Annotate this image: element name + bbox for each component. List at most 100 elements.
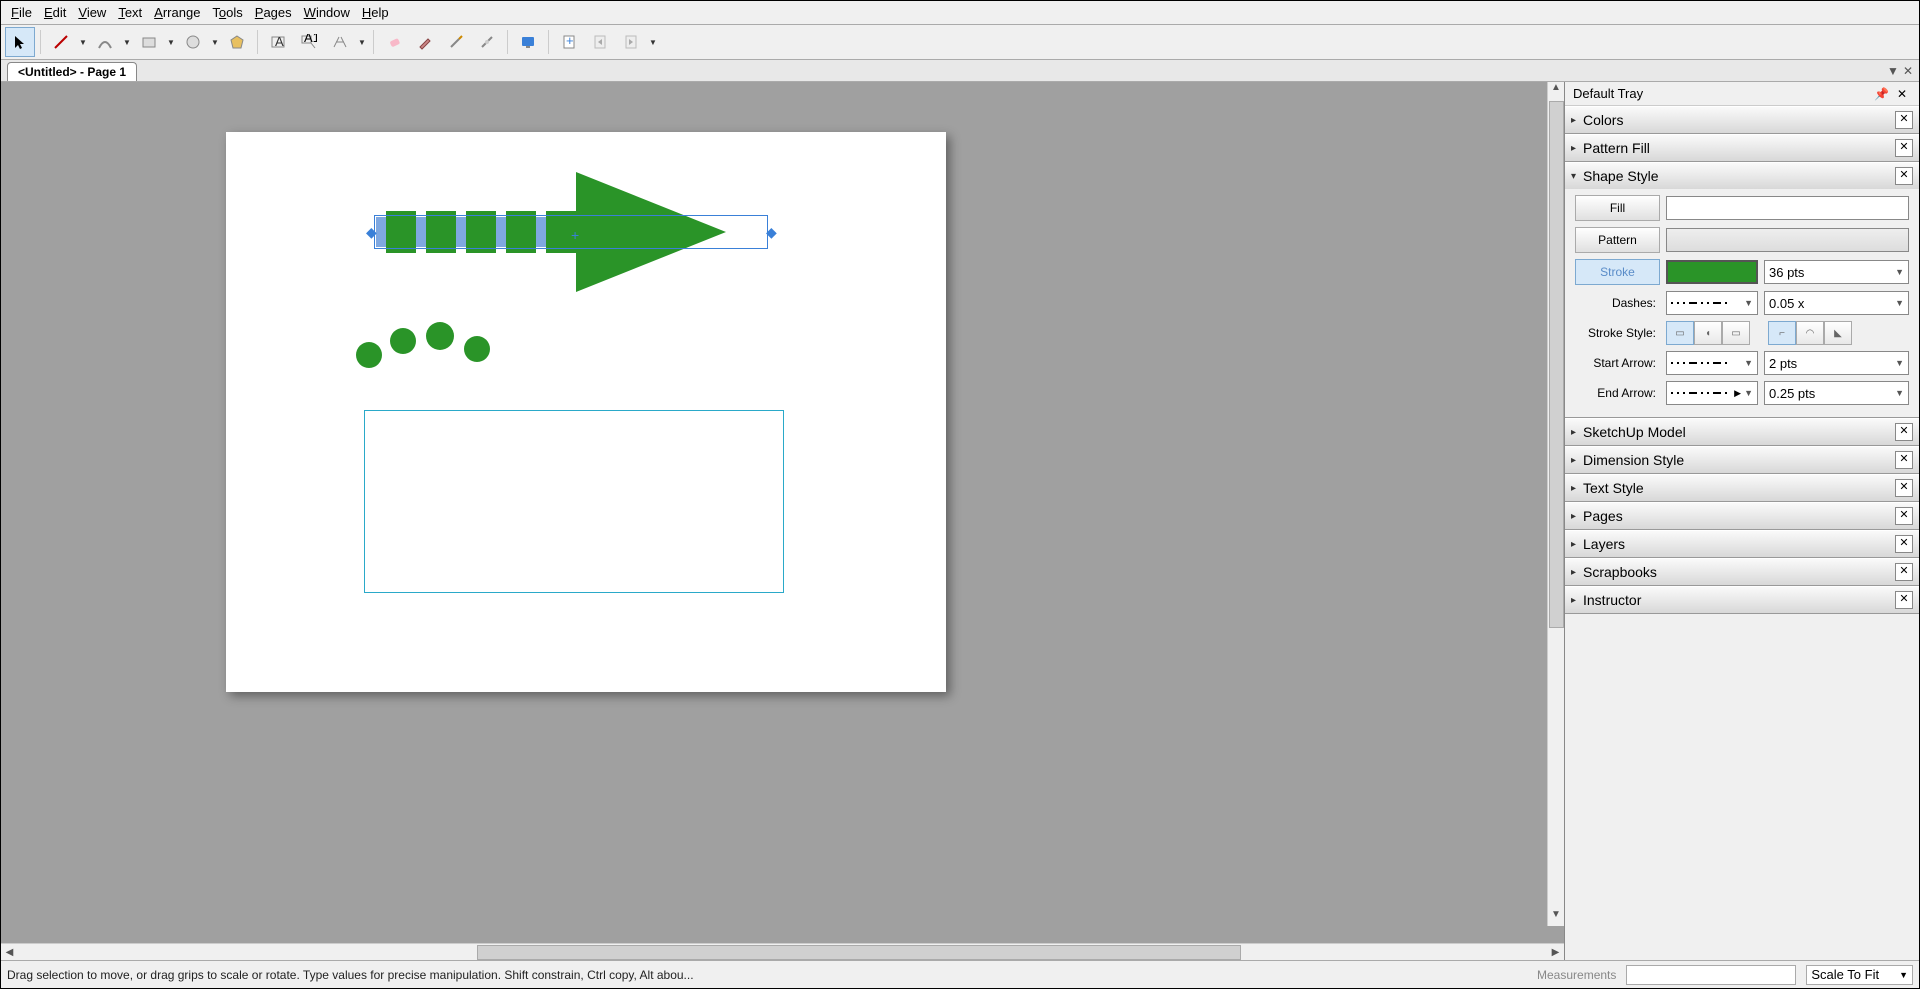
scroll-left-icon[interactable]: ◀ [1, 947, 18, 958]
select-tool[interactable] [5, 27, 35, 57]
panel-pages-header[interactable]: ▸ Pages ✕ [1565, 502, 1919, 529]
menu-window[interactable]: Window [298, 3, 356, 22]
tray-title-bar[interactable]: Default Tray 📌 ✕ [1565, 82, 1919, 106]
menu-pages[interactable]: Pages [249, 3, 298, 22]
split-tool[interactable] [441, 27, 471, 57]
cap-round-button[interactable]: ◖ [1694, 321, 1722, 345]
svg-text:A1: A1 [304, 34, 317, 45]
rectangle-shape[interactable] [364, 410, 784, 593]
panel-close-icon[interactable]: ✕ [1895, 139, 1913, 157]
panel-close-icon[interactable]: ✕ [1895, 423, 1913, 441]
rectangle-tool-dropdown[interactable]: ▼ [165, 27, 177, 57]
chevron-right-icon: ▸ [1571, 483, 1583, 494]
menu-file[interactable]: File [5, 3, 38, 22]
polygon-tool[interactable] [222, 27, 252, 57]
end-arrow-select[interactable]: ▶▼ [1666, 381, 1758, 405]
pattern-toggle-button[interactable]: Pattern [1575, 227, 1660, 253]
panel-shape-style-header[interactable]: ▾ Shape Style ✕ [1565, 162, 1919, 189]
vertical-scrollbar[interactable]: ▲ ▼ [1547, 82, 1564, 926]
style-tool[interactable] [410, 27, 440, 57]
prev-page-tool[interactable] [585, 27, 615, 57]
menu-help[interactable]: Help [356, 3, 395, 22]
horizontal-scrollbar[interactable]: ◀ ▶ [1, 943, 1564, 960]
selection-handle-left[interactable]: ◆ [366, 224, 376, 234]
panel-close-icon[interactable]: ✕ [1895, 451, 1913, 469]
line-tool[interactable] [46, 27, 76, 57]
start-arrow-select[interactable]: ▼ [1666, 351, 1758, 375]
stroke-color-swatch[interactable] [1666, 260, 1758, 284]
dashes-select[interactable]: ▼ [1666, 291, 1758, 315]
rectangle-tool[interactable] [134, 27, 164, 57]
join-tool[interactable] [472, 27, 502, 57]
panel-pattern-fill-header[interactable]: ▸ Pattern Fill ✕ [1565, 134, 1919, 161]
panel-layers: ▸ Layers ✕ [1565, 530, 1919, 558]
next-page-tool[interactable] [616, 27, 646, 57]
dots-group[interactable] [356, 322, 516, 372]
arc-tool-dropdown[interactable]: ▼ [121, 27, 133, 57]
dashes-scale-select[interactable]: 0.05 x▼ [1764, 291, 1909, 315]
scroll-down-icon[interactable]: ▼ [1548, 909, 1564, 926]
presentation-tool[interactable] [513, 27, 543, 57]
dimension-tool-dropdown[interactable]: ▼ [356, 27, 368, 57]
panel-close-icon[interactable]: ✕ [1895, 535, 1913, 553]
pattern-swatch[interactable] [1666, 228, 1909, 252]
eraser-tool[interactable] [379, 27, 409, 57]
menu-view[interactable]: View [72, 3, 112, 22]
menu-tools[interactable]: Tools [206, 3, 248, 22]
document-tab[interactable]: <Untitled> - Page 1 [7, 62, 137, 81]
selection-center-icon[interactable]: + [571, 227, 579, 243]
panel-scrapbooks-header[interactable]: ▸ Scrapbooks ✕ [1565, 558, 1919, 585]
measurements-input[interactable] [1626, 965, 1796, 985]
panel-sketchup-header[interactable]: ▸ SketchUp Model ✕ [1565, 418, 1919, 445]
scroll-up-icon[interactable]: ▲ [1548, 82, 1564, 99]
panel-close-icon[interactable]: ✕ [1895, 563, 1913, 581]
add-page-tool[interactable]: + [554, 27, 584, 57]
join-miter-button[interactable]: ⌐ [1768, 321, 1796, 345]
start-arrow-size-select[interactable]: 2 pts▼ [1764, 351, 1909, 375]
stroke-size-select[interactable]: 36 pts▼ [1764, 260, 1909, 284]
cap-square-button[interactable]: ▭ [1722, 321, 1750, 345]
panel-close-icon[interactable]: ✕ [1895, 591, 1913, 609]
panel-close-icon[interactable]: ✕ [1895, 111, 1913, 129]
dimension-tool[interactable] [325, 27, 355, 57]
selection-handle-right[interactable]: ◆ [766, 224, 776, 234]
end-arrow-size-select[interactable]: 0.25 pts▼ [1764, 381, 1909, 405]
canvas-page[interactable]: ◆ ◆ + [226, 132, 946, 692]
status-bar: Drag selection to move, or drag grips to… [1, 960, 1919, 988]
stroke-toggle-button[interactable]: Stroke [1575, 259, 1660, 285]
menu-text[interactable]: Text [112, 3, 148, 22]
pin-icon[interactable]: 📌 [1870, 87, 1893, 101]
cap-flat-button[interactable]: ▭ [1666, 321, 1694, 345]
canvas-viewport[interactable]: ◆ ◆ + ▲ ▼ [1, 82, 1564, 943]
tray-close-icon[interactable]: ✕ [1893, 87, 1911, 101]
svg-text:+: + [566, 34, 574, 48]
text-tool[interactable]: A [263, 27, 293, 57]
panel-dimension-header[interactable]: ▸ Dimension Style ✕ [1565, 446, 1919, 473]
scroll-right-icon[interactable]: ▶ [1547, 947, 1564, 958]
menu-edit[interactable]: Edit [38, 3, 72, 22]
dashes-label: Dashes: [1575, 296, 1660, 310]
join-bevel-button[interactable]: ◣ [1824, 321, 1852, 345]
menu-arrange[interactable]: Arrange [148, 3, 206, 22]
fill-toggle-button[interactable]: Fill [1575, 195, 1660, 221]
fill-color-swatch[interactable] [1666, 196, 1909, 220]
panel-layers-header[interactable]: ▸ Layers ✕ [1565, 530, 1919, 557]
tab-dropdown-icon[interactable]: ▼ [1887, 64, 1899, 78]
arc-tool[interactable] [90, 27, 120, 57]
toolbar-options-dropdown[interactable]: ▼ [647, 27, 659, 57]
panel-text-style-header[interactable]: ▸ Text Style ✕ [1565, 474, 1919, 501]
arrow-shape[interactable]: ◆ ◆ + [376, 217, 766, 247]
circle-tool-dropdown[interactable]: ▼ [209, 27, 221, 57]
panel-instructor-header[interactable]: ▸ Instructor ✕ [1565, 586, 1919, 613]
chevron-right-icon: ▸ [1571, 115, 1583, 126]
tab-close-icon[interactable]: ✕ [1903, 64, 1913, 78]
label-tool[interactable]: A1 [294, 27, 324, 57]
panel-close-icon[interactable]: ✕ [1895, 507, 1913, 525]
panel-close-icon[interactable]: ✕ [1895, 479, 1913, 497]
panel-close-icon[interactable]: ✕ [1895, 167, 1913, 185]
circle-tool[interactable] [178, 27, 208, 57]
panel-colors-header[interactable]: ▸ Colors ✕ [1565, 106, 1919, 133]
zoom-select[interactable]: Scale To Fit▼ [1806, 965, 1913, 985]
line-tool-dropdown[interactable]: ▼ [77, 27, 89, 57]
join-round-button[interactable]: ◠ [1796, 321, 1824, 345]
